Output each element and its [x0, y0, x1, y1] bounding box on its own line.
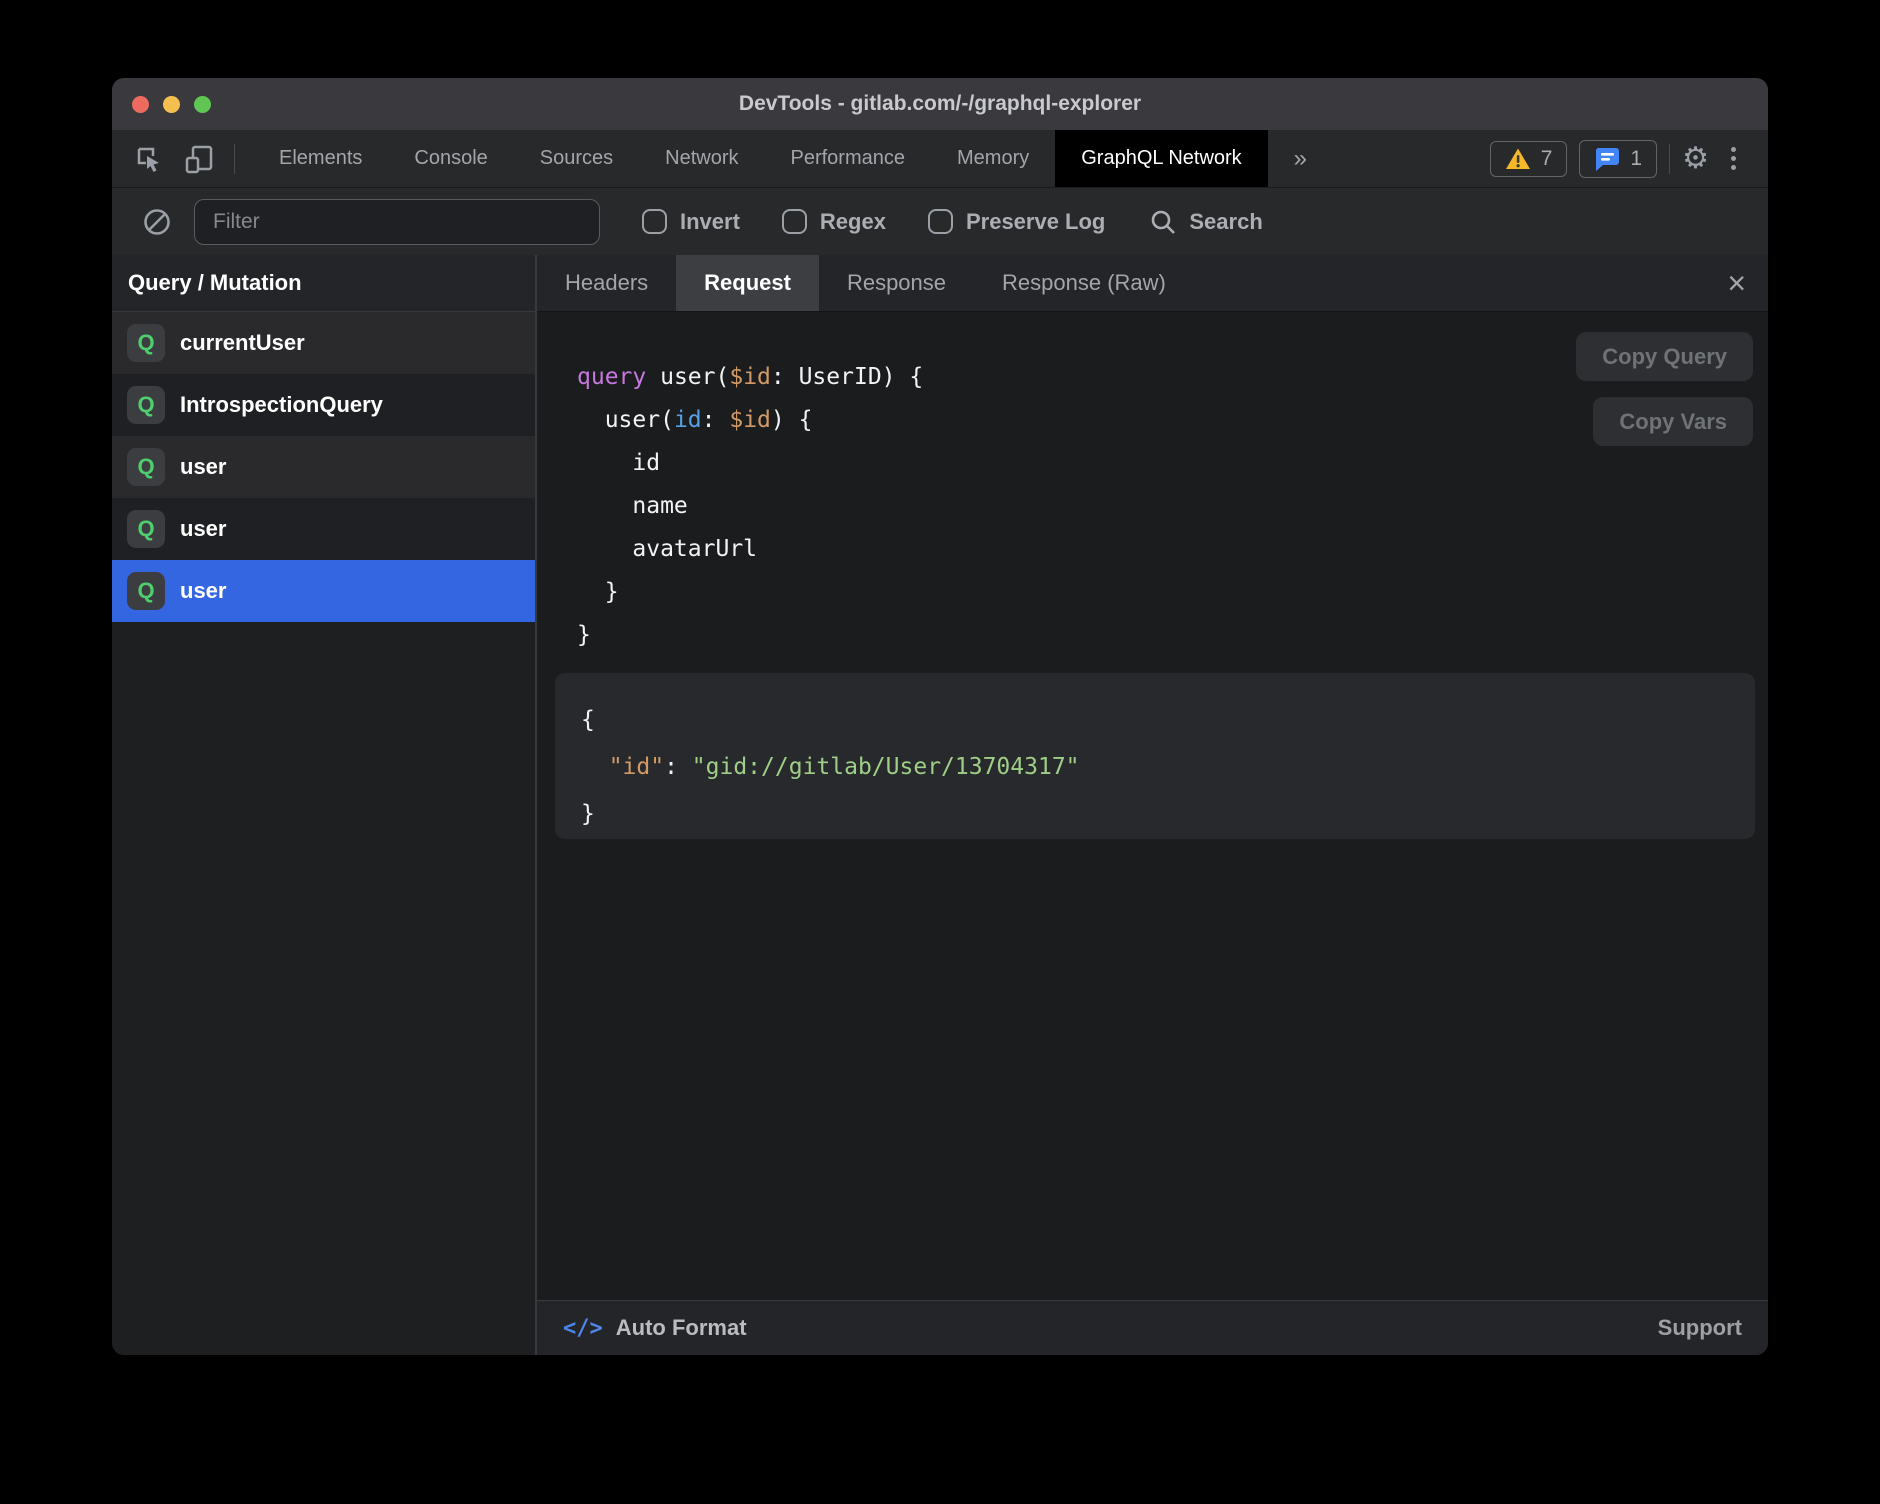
list-item[interactable]: Q IntrospectionQuery — [112, 374, 535, 436]
preserve-log-checkbox-group[interactable]: Preserve Log — [928, 209, 1105, 235]
more-tabs-chevron-icon[interactable]: » — [1268, 130, 1333, 187]
warning-triangle-icon — [1505, 147, 1531, 171]
detail-panel: Headers Request Response Response (Raw) … — [537, 255, 1768, 1355]
status-bar: </> Auto Format Support — [537, 1300, 1768, 1355]
list-item-selected[interactable]: Q user — [112, 560, 535, 622]
search-icon — [1149, 208, 1177, 236]
main-area: Query / Mutation Q currentUser Q Introsp… — [112, 255, 1768, 1355]
code-line: id — [577, 442, 1768, 485]
detail-tab-strip: Headers Request Response Response (Raw) … — [537, 255, 1768, 312]
invert-checkbox-group[interactable]: Invert — [642, 209, 740, 235]
invert-checkbox[interactable] — [642, 209, 667, 234]
toolbar-right-divider — [1669, 144, 1670, 174]
request-query-code: query user($id: UserID) { user(id: $id) … — [577, 356, 1768, 657]
more-options-icon[interactable] — [1721, 141, 1746, 176]
regex-checkbox-group[interactable]: Regex — [782, 209, 886, 235]
code-brackets-icon: </> — [563, 1316, 603, 1341]
tab-elements[interactable]: Elements — [253, 130, 388, 187]
message-bubble-icon — [1594, 146, 1620, 172]
issues-count: 1 — [1630, 147, 1642, 171]
code-line: } — [581, 791, 1729, 838]
copy-vars-button[interactable]: Copy Vars — [1593, 397, 1753, 446]
settings-gear-icon[interactable]: ⚙ — [1682, 144, 1709, 174]
tab-request[interactable]: Request — [676, 255, 819, 311]
list-item[interactable]: Q user — [112, 436, 535, 498]
code-line: } — [577, 571, 1768, 614]
toolbar-icon-group — [112, 130, 253, 187]
code-line: name — [577, 485, 1768, 528]
list-item-label: user — [180, 454, 226, 480]
query-type-badge: Q — [127, 386, 165, 424]
toolbar-spacer — [1333, 130, 1490, 187]
close-detail-icon[interactable]: × — [1727, 255, 1746, 311]
toolbar-right-group: 7 1 ⚙ — [1490, 130, 1768, 187]
query-type-badge: Q — [127, 324, 165, 362]
device-toolbar-icon[interactable] — [184, 144, 214, 174]
list-item-label: user — [180, 578, 226, 604]
warnings-badge[interactable]: 7 — [1490, 141, 1568, 177]
block-clear-icon[interactable] — [142, 207, 172, 237]
tab-response[interactable]: Response — [819, 255, 974, 311]
tab-response-raw[interactable]: Response (Raw) — [974, 255, 1194, 311]
title-bar: DevTools - gitlab.com/-/graphql-explorer — [112, 78, 1768, 130]
query-type-badge: Q — [127, 448, 165, 486]
auto-format-label: Auto Format — [616, 1315, 747, 1341]
devtools-tab-list: Elements Console Sources Network Perform… — [253, 130, 1333, 187]
list-item-label: IntrospectionQuery — [180, 392, 383, 418]
request-variables-code: { "id": "gid://gitlab/User/13704317"} — [555, 673, 1755, 839]
support-link[interactable]: Support — [1658, 1315, 1742, 1341]
preserve-log-checkbox[interactable] — [928, 209, 953, 234]
search-label: Search — [1189, 209, 1262, 235]
filter-bar: Invert Regex Preserve Log Search — [112, 188, 1768, 255]
preserve-log-label: Preserve Log — [966, 209, 1105, 235]
list-item[interactable]: Q user — [112, 498, 535, 560]
tab-performance[interactable]: Performance — [765, 130, 932, 187]
tab-network[interactable]: Network — [639, 130, 764, 187]
code-line: avatarUrl — [577, 528, 1768, 571]
tab-headers[interactable]: Headers — [537, 255, 676, 311]
window-title: DevTools - gitlab.com/-/graphql-explorer — [112, 92, 1768, 116]
devtools-window: DevTools - gitlab.com/-/graphql-explorer — [112, 78, 1768, 1355]
request-content: query user($id: UserID) { user(id: $id) … — [537, 312, 1768, 1300]
toolbar-divider — [234, 144, 235, 174]
query-type-badge: Q — [127, 572, 165, 610]
regex-checkbox[interactable] — [782, 209, 807, 234]
code-line: { — [581, 697, 1729, 744]
tab-graphql-network[interactable]: GraphQL Network — [1055, 130, 1267, 187]
tab-memory[interactable]: Memory — [931, 130, 1055, 187]
list-item-label: user — [180, 516, 226, 542]
search-button[interactable]: Search — [1149, 208, 1262, 236]
regex-label: Regex — [820, 209, 886, 235]
list-item[interactable]: Q currentUser — [112, 312, 535, 374]
auto-format-button[interactable]: </> Auto Format — [563, 1315, 747, 1341]
code-line: } — [577, 614, 1768, 657]
code-line: "id": "gid://gitlab/User/13704317" — [581, 744, 1729, 791]
issues-badge[interactable]: 1 — [1579, 140, 1657, 178]
list-item-label: currentUser — [180, 330, 305, 356]
devtools-toolbar: Elements Console Sources Network Perform… — [112, 130, 1768, 188]
query-type-badge: Q — [127, 510, 165, 548]
warnings-count: 7 — [1541, 147, 1553, 171]
filter-input[interactable] — [194, 199, 600, 245]
code-line: user(id: $id) { — [577, 399, 1768, 442]
query-list-header: Query / Mutation — [112, 255, 535, 312]
copy-query-button[interactable]: Copy Query — [1576, 332, 1753, 381]
inspect-element-icon[interactable] — [134, 144, 164, 174]
query-list-panel: Query / Mutation Q currentUser Q Introsp… — [112, 255, 537, 1355]
tab-console[interactable]: Console — [388, 130, 513, 187]
invert-label: Invert — [680, 209, 740, 235]
tab-sources[interactable]: Sources — [514, 130, 639, 187]
